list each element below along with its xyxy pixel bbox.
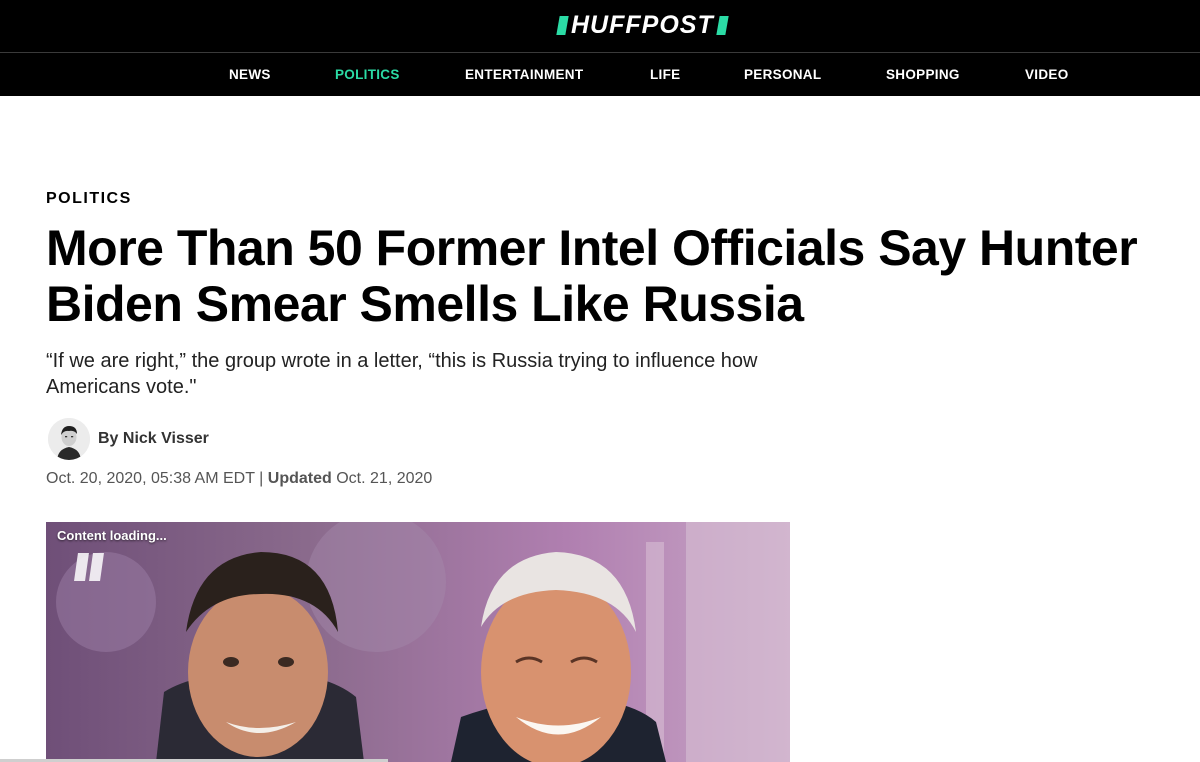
nav-item-entertainment[interactable]: ENTERTAINMENT bbox=[465, 53, 583, 96]
main-nav: NEWS POLITICS ENTERTAINMENT LIFE PERSONA… bbox=[0, 53, 1200, 96]
author-name[interactable]: Nick Visser bbox=[123, 430, 209, 447]
pause-icon[interactable] bbox=[74, 553, 106, 581]
logo-left-bar bbox=[556, 15, 569, 35]
updated-date: Oct. 21, 2020 bbox=[336, 470, 433, 487]
author-portrait bbox=[48, 418, 90, 460]
nav-item-life[interactable]: LIFE bbox=[650, 53, 680, 96]
section-label[interactable]: POLITICS bbox=[46, 190, 132, 208]
pause-bar-left bbox=[74, 553, 89, 581]
logo-right-bar bbox=[716, 15, 729, 35]
author-avatar[interactable] bbox=[48, 418, 90, 460]
lead-video[interactable]: Content loading... bbox=[46, 522, 790, 762]
pause-bar-right bbox=[89, 553, 104, 581]
author-byline[interactable]: By Nick Visser bbox=[98, 430, 209, 448]
huffpost-logo[interactable]: HUFFPOST bbox=[556, 10, 729, 40]
article-headline: More Than 50 Former Intel Officials Say … bbox=[46, 220, 1138, 332]
content-loading-text: Content loading... bbox=[57, 528, 167, 543]
lead-video-frame bbox=[46, 522, 790, 762]
nav-item-video[interactable]: VIDEO bbox=[1025, 53, 1069, 96]
article-timestamp: Oct. 20, 2020, 05:38 AM EDT | Updated Oc… bbox=[46, 470, 432, 488]
byline-prefix: By bbox=[98, 430, 119, 447]
logo-text: HUFFPOST bbox=[571, 11, 714, 39]
published-date: Oct. 20, 2020, 05:38 AM EDT bbox=[46, 470, 255, 487]
article-dek: “If we are right,” the group wrote in a … bbox=[46, 350, 758, 398]
timestamp-separator: | bbox=[259, 470, 264, 487]
nav-item-personal[interactable]: PERSONAL bbox=[744, 53, 821, 96]
updated-label: Updated bbox=[267, 470, 332, 487]
nav-item-shopping[interactable]: SHOPPING bbox=[886, 53, 960, 96]
nav-item-news[interactable]: NEWS bbox=[229, 53, 271, 96]
nav-item-politics[interactable]: POLITICS bbox=[335, 53, 400, 96]
masthead: HUFFPOST bbox=[0, 0, 1200, 52]
